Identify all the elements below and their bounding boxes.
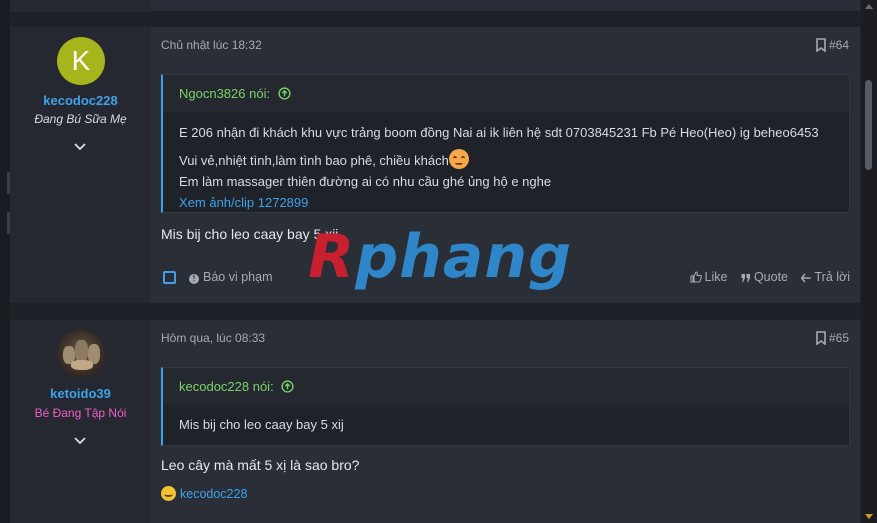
avatar[interactable]: K — [57, 37, 105, 85]
user-title: Bé Đang Tập Nói — [34, 406, 127, 420]
select-checkbox[interactable] — [163, 271, 176, 284]
bookmark-icon[interactable] — [815, 331, 827, 346]
chevron-down-icon[interactable] — [74, 140, 86, 152]
avatar[interactable] — [57, 330, 105, 378]
thumbs-up-icon — [690, 271, 702, 283]
report-icon: ! — [189, 274, 199, 284]
quote-block: Ngocn3826 nói: E 206 nhận đi khách khu v… — [161, 74, 850, 213]
reply-arrow-icon — [801, 273, 811, 283]
scroll-down-arrow-icon[interactable] — [865, 514, 873, 519]
quote-line: Em làm massager thiên đường ai có nhu cầ… — [179, 174, 552, 189]
post-65: ketoido39 Bé Đang Tập Nói Hôm qua, lúc 0… — [10, 320, 860, 523]
quote-line: E 206 nhận đi khách khu vực trảng boom đ… — [179, 125, 819, 140]
quote-line: Mis bij cho leo caay bay 5 xij — [179, 417, 344, 432]
username[interactable]: kecodoc228 — [10, 93, 151, 108]
arrow-up-circle-icon[interactable] — [281, 380, 294, 393]
left-edge — [0, 0, 10, 523]
post-date[interactable]: Hôm qua, lúc 08:33 — [161, 331, 265, 345]
post-date[interactable]: Chủ nhật lúc 18:32 — [161, 38, 262, 52]
post-number[interactable]: #65 — [829, 331, 849, 345]
scrollbar[interactable] — [861, 0, 877, 523]
user-sidebar: ketoido39 Bé Đang Tập Nói — [10, 320, 151, 523]
arrow-up-circle-icon[interactable] — [278, 87, 291, 100]
post-number[interactable]: #64 — [829, 38, 849, 52]
quote-author[interactable]: kecodoc228 nói: — [179, 379, 274, 394]
scrollbar-thumb[interactable] — [865, 80, 872, 170]
previous-post-bottom — [10, 0, 860, 12]
quote-header[interactable]: Ngocn3826 nói: — [163, 75, 849, 112]
post-main: Hôm qua, lúc 08:33 #65 kecodoc228 nói: M… — [151, 320, 860, 523]
haha-reaction-icon — [161, 486, 176, 501]
quote-body: E 206 nhận đi khách khu vực trảng boom đ… — [163, 112, 849, 225]
quote-body: Mis bij cho leo caay bay 5 xij — [163, 405, 849, 447]
quote-icon — [741, 274, 750, 282]
quote-block: kecodoc228 nói: Mis bij cho leo caay bay… — [161, 367, 850, 446]
quote-author[interactable]: Ngocn3826 nói: — [179, 86, 270, 101]
username[interactable]: ketoido39 — [10, 386, 151, 401]
report-button[interactable]: ! Báo vi phạm — [189, 270, 272, 284]
reply-button[interactable]: Trả lời — [801, 270, 850, 284]
site-watermark-logo: Rphang — [308, 222, 573, 292]
media-link[interactable]: Xem ảnh/clip 1272899 — [179, 195, 308, 210]
user-sidebar: K kecodoc228 Đang Bú Sữa Mẹ — [10, 27, 151, 303]
blushing-smile-emoji-icon — [448, 149, 469, 169]
bookmark-icon[interactable] — [815, 38, 827, 53]
user-title: Đang Bú Sữa Mẹ — [34, 112, 127, 126]
reaction-summary[interactable]: kecodoc228 — [161, 486, 247, 501]
chevron-down-icon[interactable] — [74, 434, 86, 446]
post-message: Leo cây mà mất 5 xị là sao bro? — [161, 457, 360, 473]
quote-button[interactable]: Quote — [741, 270, 788, 284]
quote-line: Vui vẻ,nhiệt tình,làm tình bao phê, chiề… — [179, 149, 833, 171]
reaction-user[interactable]: kecodoc228 — [180, 487, 247, 501]
like-button[interactable]: Like — [690, 270, 727, 284]
quote-header[interactable]: kecodoc228 nói: — [163, 368, 849, 405]
scroll-up-arrow-icon[interactable] — [865, 4, 873, 9]
